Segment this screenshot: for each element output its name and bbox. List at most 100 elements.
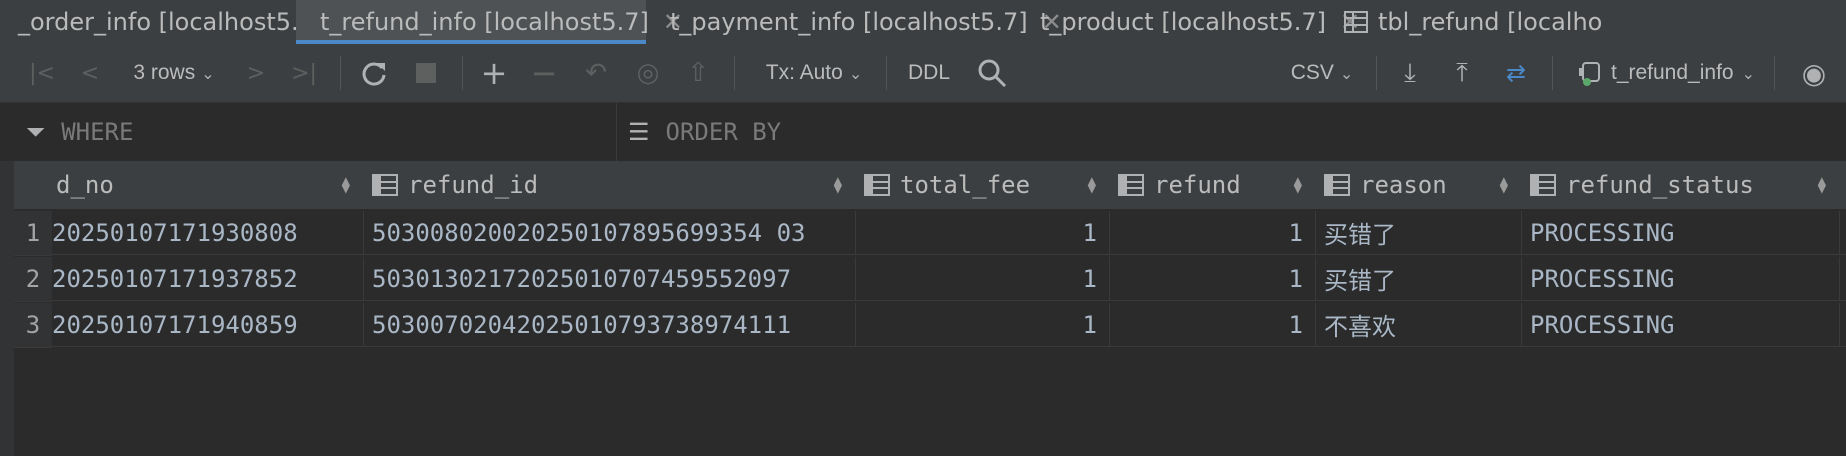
toolbar-separator (1552, 56, 1553, 90)
row-number[interactable]: 2 (14, 257, 52, 302)
cell-next[interactable]: { (1840, 211, 1846, 255)
sort-icon[interactable]: ▲ ▼ (1294, 161, 1302, 209)
upload-icon[interactable]: ⤒ (1442, 44, 1482, 102)
cell-refund-id[interactable]: 503008020020250107895699354 03 (364, 211, 856, 255)
where-placeholder: WHERE (61, 118, 134, 146)
toolbar-separator (734, 56, 735, 90)
results-toolbar: |< < 3 rows ⌄ > >| + − ↶ ◎ ⇧ Tx: Auto ⌄ … (0, 44, 1846, 103)
eye-icon[interactable]: ◉ (1794, 44, 1834, 102)
column-header-next[interactable] (1840, 161, 1846, 210)
where-filter-input[interactable]: ⏷ WHERE (26, 103, 606, 161)
column-icon (372, 174, 398, 196)
column-header-order-no[interactable]: d_no ▲ ▼ (52, 161, 365, 210)
view-changes-icon[interactable]: ◎ (628, 44, 668, 102)
add-row-icon[interactable]: + (474, 44, 514, 102)
first-page-icon[interactable]: |< (22, 44, 62, 102)
tab-label: t_refund_info [localhost5.7] (320, 8, 649, 36)
search-icon[interactable] (970, 44, 1014, 102)
tab-t-refund-info[interactable]: t_refund_info [localhost5.7] ✕ (296, 0, 683, 44)
ddl-label: DDL (907, 61, 950, 84)
chevron-down-icon: ⌄ (201, 63, 215, 83)
cell-order-no[interactable]: 20250107171937852 (52, 257, 364, 301)
order-by-placeholder: ORDER BY (665, 118, 782, 146)
previous-page-icon[interactable]: < (70, 44, 110, 102)
cell-refund-status[interactable]: PROCESSING (1522, 257, 1840, 301)
cell-refund-status[interactable]: PROCESSING (1522, 303, 1840, 347)
transaction-mode-dropdown[interactable]: Tx: Auto ⌄ (754, 44, 874, 102)
stop-icon[interactable] (406, 44, 446, 102)
next-page-icon[interactable]: > (236, 44, 276, 102)
chevron-down-icon: ⌄ (848, 63, 863, 83)
tab-label: tbl_refund [localho (1378, 8, 1603, 36)
tab-label: _order_info [localhost5.7] (18, 8, 324, 36)
last-page-icon[interactable]: >| (284, 44, 324, 102)
sort-icon: ☰ (628, 118, 650, 146)
cell-reason[interactable]: 买错了 (1316, 211, 1522, 255)
export-format-dropdown[interactable]: CSV ⌄ (1284, 44, 1360, 102)
column-name: total_fee (900, 171, 1031, 199)
toolbar-separator (462, 56, 463, 90)
tab-t-product[interactable]: t_product [localhost5.7] ✕ (1030, 0, 1360, 44)
column-header-refund-id[interactable]: refund_id ▲ ▼ (364, 161, 857, 210)
column-name: refund_status (1566, 171, 1754, 199)
table-selector-label: t_refund_info (1610, 61, 1734, 84)
rows-count-label: 3 rows (133, 61, 196, 84)
cell-total-fee[interactable]: 1 (856, 211, 1110, 255)
row-number[interactable]: 1 (14, 211, 52, 256)
table-icon (1344, 11, 1368, 33)
cell-next[interactable]: { (1840, 257, 1846, 301)
table-selector-dropdown[interactable]: t_refund_info ⌄ (1572, 44, 1762, 102)
cell-refund-status[interactable]: PROCESSING (1522, 211, 1840, 255)
filter-icon: ⏷ (26, 118, 46, 146)
sort-icon[interactable]: ▲ ▼ (342, 161, 350, 209)
cell-order-no[interactable]: 20250107171940859 (52, 303, 364, 347)
row-number-header (14, 161, 53, 210)
refresh-icon[interactable] (354, 44, 394, 102)
cell-refund-id[interactable]: 50300702042025010793738974111 (364, 303, 856, 347)
tx-mode-label: Tx: Auto (765, 61, 843, 84)
row-number[interactable]: 3 (14, 303, 52, 348)
column-icon (864, 174, 890, 196)
column-header-reason[interactable]: reason ▲ ▼ (1316, 161, 1523, 210)
sort-icon[interactable]: ▲ ▼ (1500, 161, 1508, 209)
chevron-down-icon: ⌄ (1741, 63, 1755, 83)
cell-reason[interactable]: 买错了 (1316, 257, 1522, 301)
cell-next[interactable]: { (1840, 303, 1846, 347)
order-by-input[interactable]: ☰ ORDER BY (628, 103, 1828, 161)
cell-refund[interactable]: 1 (1110, 211, 1316, 255)
column-icon (1324, 174, 1350, 196)
column-name: reason (1360, 171, 1447, 199)
sort-icon[interactable]: ▲ ▼ (1818, 161, 1826, 209)
tab-order-info[interactable]: _order_info [localhost5.7] ✕ (0, 0, 357, 44)
sort-icon[interactable]: ▲ ▼ (834, 161, 842, 209)
rows-count-dropdown[interactable]: 3 rows ⌄ (124, 44, 224, 102)
datasource-icon (1578, 62, 1600, 86)
cell-refund-id[interactable]: 50301302172025010707459552097 (364, 257, 856, 301)
download-icon[interactable]: ⤓ (1390, 44, 1430, 102)
tab-label: t_product [localhost5.7] (1040, 8, 1326, 36)
delete-row-icon[interactable]: − (524, 44, 564, 102)
column-header-total-fee[interactable]: total_fee ▲ ▼ (856, 161, 1111, 210)
sort-icon[interactable]: ▲ ▼ (1088, 161, 1096, 209)
toolbar-separator (886, 56, 887, 90)
cell-refund[interactable]: 1 (1110, 303, 1316, 347)
cell-total-fee[interactable]: 1 (856, 303, 1110, 347)
filter-divider (616, 103, 617, 161)
ddl-button[interactable]: DDL (904, 44, 954, 102)
toolbar-separator (1376, 56, 1377, 90)
tab-tbl-refund[interactable]: tbl_refund [localho (1344, 0, 1846, 44)
cell-order-no[interactable]: 20250107171930808 (52, 211, 364, 255)
cell-refund[interactable]: 1 (1110, 257, 1316, 301)
column-header-refund-status[interactable]: refund_status ▲ ▼ (1522, 161, 1841, 210)
revert-icon[interactable]: ↶ (576, 44, 616, 102)
cell-total-fee[interactable]: 1 (856, 257, 1110, 301)
compare-icon[interactable]: ⇄ (1494, 44, 1538, 102)
column-name: refund_id (408, 171, 539, 199)
column-header-refund[interactable]: refund ▲ ▼ (1110, 161, 1317, 210)
filter-bar: ⏷ WHERE ☰ ORDER BY (0, 103, 1846, 162)
tab-t-payment-info[interactable]: t_payment_info [localhost5.7] ✕ (660, 0, 1062, 44)
submit-icon[interactable]: ⇧ (678, 44, 718, 102)
cell-reason[interactable]: 不喜欢 (1316, 303, 1522, 347)
editor-tab-bar: _order_info [localhost5.7] ✕ t_refund_in… (0, 0, 1846, 45)
left-gutter (0, 161, 14, 456)
